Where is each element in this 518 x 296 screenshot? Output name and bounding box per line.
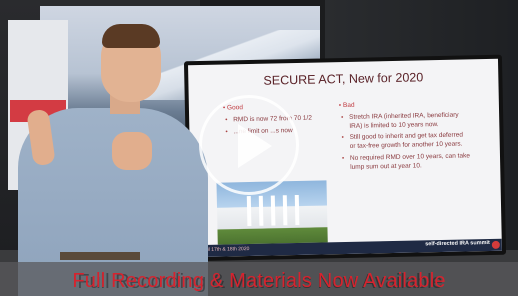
presenter-hand-right — [112, 132, 152, 170]
banner-text: Full Recording & Materials Now Available — [72, 270, 446, 292]
bad-bullet: Stretch IRA (inherited IRA, beneficiary … — [349, 111, 469, 131]
bad-heading: • Bad — [338, 101, 355, 110]
bad-bullet: Still good to inherit and get tax deferr… — [350, 132, 470, 152]
slide-brand: self-directed IRA summit — [425, 239, 490, 248]
bad-bullet: No required RMD over 10 years, can take … — [350, 152, 470, 172]
brand-logo-icon — [491, 240, 500, 249]
play-button[interactable] — [199, 95, 299, 195]
presenter-hair — [102, 24, 160, 48]
slide-bad-column: • Bad Stretch IRA (inherited IRA, benefi… — [339, 99, 471, 175]
play-icon — [238, 124, 272, 168]
slide-title: SECURE ACT, New for 2020 — [263, 70, 424, 88]
presenter-belt — [60, 252, 140, 260]
video-thumbnail[interactable]: SECURE ACT, New for 2020 • Good RMD is n… — [0, 0, 518, 296]
